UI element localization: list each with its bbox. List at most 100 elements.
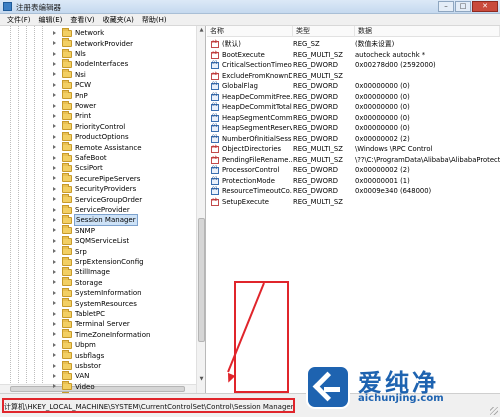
tree-item-sqmservicelist[interactable]: SQMServiceList [52,235,129,247]
expand-arrow-icon[interactable] [52,363,59,370]
expand-arrow-icon[interactable] [52,144,59,151]
tree-item-van[interactable]: VAN [52,370,89,382]
maximize-button[interactable]: □ [455,1,471,12]
value-row[interactable]: ExcludeFromKnownD...REG_MULTI_SZ [207,71,500,82]
tree-item-print[interactable]: Print [52,110,91,122]
expand-arrow-icon[interactable] [52,269,59,276]
tree-item-nsi[interactable]: Nsi [52,69,86,81]
value-row[interactable]: (默认) REG_SZ (数值未设置) [207,39,500,50]
expand-arrow-icon[interactable] [52,71,59,78]
expand-arrow-icon[interactable] [52,61,59,68]
tree-item-systemresources[interactable]: SystemResources [52,298,137,309]
expand-arrow-icon[interactable] [52,134,59,141]
tree-vertical-scrollbar[interactable]: ▲ ▼ [196,26,205,393]
value-row[interactable]: ResourceTimeoutCo...REG_DWORD 0x0009e340 … [207,186,500,197]
column-header-data[interactable]: 数据 [355,26,500,37]
scroll-down-arrow-icon[interactable]: ▼ [197,375,205,384]
tree-item-power[interactable]: Power [52,100,96,112]
tree-item-usbstor[interactable]: usbstor [52,360,101,372]
tree-item-terminal-server[interactable]: Terminal Server [52,318,130,330]
expand-arrow-icon[interactable] [52,259,59,266]
tree-scroll-thumb[interactable] [198,218,205,342]
menu-edit[interactable]: 编辑(E) [35,14,67,25]
menu-file[interactable]: 文件(F) [3,14,35,25]
tree-item-storage[interactable]: Storage [52,277,102,289]
expand-arrow-icon[interactable] [52,227,59,234]
expand-arrow-icon[interactable] [52,155,59,162]
expand-arrow-icon[interactable] [52,290,59,297]
value-row[interactable]: HeapSegmentCommitREG_DWORD 0x00000000 (0) [207,113,500,124]
expand-arrow-icon[interactable] [52,383,59,390]
tree-item-tabletpc[interactable]: TabletPC [52,308,105,320]
tree-item-securityproviders[interactable]: SecurityProviders [52,183,136,195]
expand-arrow-icon[interactable] [52,82,59,89]
tree-item-prioritycontrol[interactable]: PriorityControl [52,121,125,133]
expand-arrow-icon[interactable] [52,40,59,47]
minimize-button[interactable]: – [438,1,454,12]
tree-item-srp[interactable]: Srp [52,246,87,257]
expand-arrow-icon[interactable] [52,113,59,120]
value-row[interactable]: ProcessorControl REG_DWORD 0x00000002 (2) [207,165,500,176]
tree-item-scsiport[interactable]: ScsiPort [52,162,103,174]
tree-item-snmp[interactable]: SNMP [52,225,95,237]
value-row[interactable]: HeapDeCommitTotal...REG_DWORD 0x00000000 … [207,102,500,113]
tree-item-session-manager[interactable]: Session Manager [52,214,138,227]
expand-arrow-icon[interactable] [52,331,59,338]
column-header-type[interactable]: 类型 [293,26,355,37]
scroll-up-arrow-icon[interactable]: ▲ [197,26,205,35]
tree-item-nls[interactable]: Nls [52,48,86,60]
expand-arrow-icon[interactable] [52,279,59,286]
value-row[interactable]: SetupExecute REG_MULTI_SZ [207,197,500,208]
tree-item-systeminformation[interactable]: SystemInformation [52,287,142,299]
expand-arrow-icon[interactable] [52,300,59,307]
tree-item-networkprovider[interactable]: NetworkProvider [52,38,133,49]
expand-arrow-icon[interactable] [52,217,59,224]
expand-arrow-icon[interactable] [52,342,59,349]
expand-arrow-icon[interactable] [52,123,59,130]
tree-item-timezoneinformation[interactable]: TimeZoneInformation [52,329,150,341]
tree-item-securepipeservers[interactable]: SecurePipeServers [52,173,140,185]
value-row[interactable]: NumberOfInitialSessi...REG_DWORD 0x000000… [207,134,500,145]
tree-item-servicegrouporder[interactable]: ServiceGroupOrder [52,194,142,205]
expand-arrow-icon[interactable] [52,30,59,37]
expand-arrow-icon[interactable] [52,51,59,58]
tree-item-productoptions[interactable]: ProductOptions [52,131,129,143]
tree-item-pnp[interactable]: PnP [52,90,88,101]
expand-arrow-icon[interactable] [52,175,59,182]
menu-help[interactable]: 帮助(H) [138,14,171,25]
tree-item-safeboot[interactable]: SafeBoot [52,152,107,164]
value-row[interactable]: BootExecute REG_MULTI_SZ autocheck autochk… [207,50,500,61]
expand-arrow-icon[interactable] [52,352,59,359]
close-button[interactable]: ✕ [472,1,498,12]
value-row[interactable]: HeapDeCommitFree...REG_DWORD 0x00000000 (… [207,92,500,103]
expand-arrow-icon[interactable] [52,373,59,380]
key-tree-pane[interactable]: ▲ ▼ Network NetworkProvider Nls NodeInterfa… [0,26,206,393]
tree-item-stillimage[interactable]: StillImage [52,266,110,278]
expand-arrow-icon[interactable] [52,248,59,255]
value-row[interactable]: HeapSegmentReserveREG_DWORD 0x00000000 (0… [207,123,500,134]
expand-arrow-icon[interactable] [52,103,59,110]
expand-arrow-icon[interactable] [52,165,59,172]
tree-item-network[interactable]: Network [52,27,104,39]
tree-item-video[interactable]: Video [52,381,95,393]
value-row[interactable]: PendingFileRename...REG_MULTI_SZ \??\C:\P… [207,155,500,166]
tree-item-pcw[interactable]: PCW [52,79,91,91]
expand-arrow-icon[interactable] [52,186,59,193]
expand-arrow-icon[interactable] [52,238,59,245]
value-row[interactable]: ObjectDirectories REG_MULTI_SZ \Windows \R… [207,144,500,155]
expand-arrow-icon[interactable] [52,196,59,203]
value-row[interactable]: CriticalSectionTimeoutREG_DWORD 0x00278d0… [207,60,500,71]
tree-item-usbflags[interactable]: usbflags [52,350,104,361]
tree-item-nodeinterfaces[interactable]: NodeInterfaces [52,58,128,70]
tree-item-remote-assistance[interactable]: Remote Assistance [52,142,142,153]
tree-item-serviceprovider[interactable]: ServiceProvider [52,204,130,216]
menu-view[interactable]: 查看(V) [66,14,98,25]
value-row[interactable]: GlobalFlag REG_DWORD 0x00000000 (0) [207,81,500,92]
value-row[interactable]: ProtectionMode REG_DWORD 0x00000001 (1) [207,176,500,187]
expand-arrow-icon[interactable] [52,311,59,318]
column-header-name[interactable]: 名称 [207,26,293,37]
expand-arrow-icon[interactable] [52,207,59,214]
tree-item-ubpm[interactable]: Ubpm [52,339,96,351]
expand-arrow-icon[interactable] [52,92,59,99]
tree-item-srpextensionconfig[interactable]: SrpExtensionConfig [52,256,144,268]
